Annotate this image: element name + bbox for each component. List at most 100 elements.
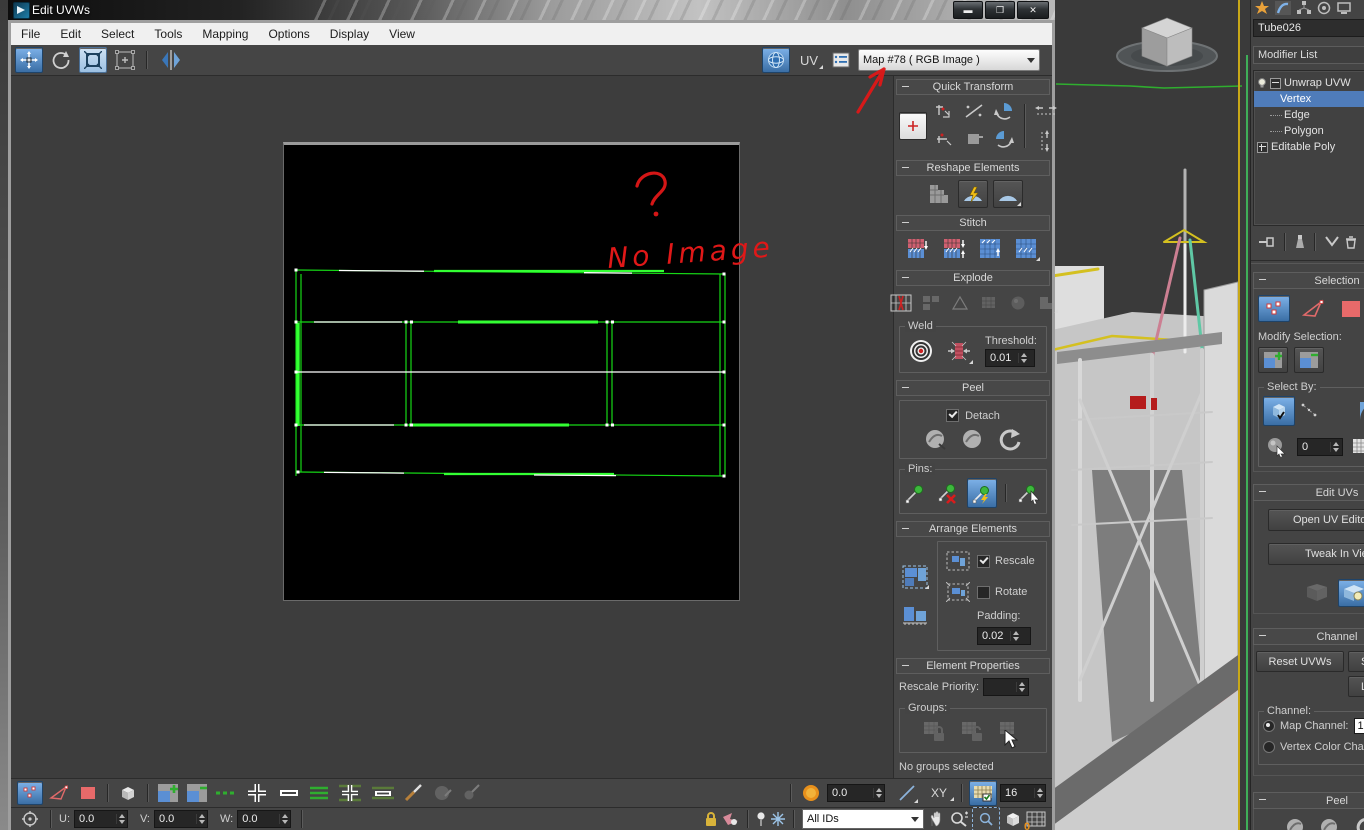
menu-options[interactable]: Options [258, 23, 319, 45]
vertex-color-radio[interactable] [1263, 741, 1275, 753]
detach-checkbox[interactable] [946, 409, 960, 422]
make-unique-icon[interactable] [1325, 236, 1339, 248]
unpin-tool-icon[interactable] [934, 479, 962, 507]
display-tab-icon[interactable] [1337, 1, 1351, 15]
save-button[interactable]: Sav [1348, 651, 1364, 672]
collapse-icon[interactable] [1270, 77, 1281, 89]
reset-uvws-button[interactable]: Reset UVWs [1256, 651, 1344, 672]
texture-options-icon[interactable] [828, 48, 854, 72]
stack-row-polygon[interactable]: Polygon [1254, 123, 1364, 139]
pack-normalize-icon[interactable] [899, 563, 931, 591]
load-button[interactable]: Loa [1348, 676, 1364, 697]
zoom-icon[interactable] [950, 811, 968, 827]
space-horizontally-icon[interactable] [1033, 99, 1059, 123]
menu-edit[interactable]: Edit [50, 23, 91, 45]
rescale-checkbox[interactable] [977, 554, 990, 568]
edit-uvs-rollout-header[interactable]: Edit UVs [1253, 484, 1364, 501]
relax-tool-button[interactable] [993, 180, 1023, 208]
v-spinner[interactable]: 0.0 [154, 810, 208, 828]
expand-icon[interactable] [1257, 141, 1268, 153]
peel-header[interactable]: Peel [896, 380, 1050, 396]
selection-filter-icon[interactable] [722, 812, 740, 826]
select-by-smoothing-group-button[interactable] [1263, 434, 1291, 460]
weld-selected-icon[interactable] [943, 336, 975, 366]
motion-tab-icon[interactable] [1317, 1, 1331, 15]
rescale-elements-icon[interactable] [943, 548, 973, 574]
falloff-space-toggle[interactable]: XY [923, 784, 955, 802]
paint-select-brush-icon[interactable] [401, 781, 427, 805]
rescale-priority-spinner[interactable] [983, 678, 1030, 696]
pin-tool-icon[interactable] [901, 479, 929, 507]
rotate-ccw-button[interactable] [991, 99, 1017, 123]
stack-row-editable-poly[interactable]: Editable Poly [1254, 139, 1364, 155]
soft-selection-spinner[interactable]: 0.0 [826, 784, 885, 802]
show-end-result-icon[interactable] [1295, 235, 1305, 249]
zoom-region-icon[interactable] [972, 807, 1000, 830]
rotate-cw-button[interactable] [991, 127, 1017, 151]
stack-row-edge[interactable]: Edge [1254, 107, 1364, 123]
uv-canvas[interactable] [283, 142, 740, 601]
move-tool-button[interactable] [15, 47, 43, 73]
reshape-elements-header[interactable]: Reshape Elements [896, 160, 1050, 176]
pelt-map-icon[interactable] [1318, 817, 1342, 830]
id-filter-dropdown[interactable]: All IDs [802, 809, 924, 829]
rearrange-elements-icon[interactable] [943, 579, 973, 605]
edge-loop-dashed-icon[interactable] [213, 781, 239, 805]
reset-peel-button[interactable] [995, 428, 1023, 452]
explode-header[interactable]: Explode [896, 270, 1050, 286]
maximize-button[interactable]: ❒ [985, 1, 1015, 19]
align-to-edge-icon[interactable] [961, 127, 987, 151]
open-uv-editor-button[interactable]: Open UV Editor ... [1268, 509, 1364, 531]
quick-peel-button[interactable] [923, 428, 949, 452]
mirror-tool-button[interactable] [155, 47, 187, 73]
stitch-source-icon[interactable] [976, 235, 1006, 263]
object-name-field[interactable]: Tube026 [1253, 19, 1364, 37]
target-weld-icon[interactable] [905, 336, 937, 366]
ignore-backfacing-button[interactable] [1263, 396, 1295, 426]
peel-mode-icon[interactable] [1284, 817, 1308, 830]
rotate-tool-button[interactable] [47, 47, 75, 73]
vertex-subobject-button[interactable] [1258, 295, 1290, 322]
pack-together-icon[interactable] [899, 601, 931, 629]
stitch-target-icon[interactable] [1012, 235, 1042, 263]
point-to-point-icon[interactable] [1301, 403, 1319, 419]
grid-snap-button[interactable] [969, 780, 997, 806]
menu-mapping[interactable]: Mapping [192, 23, 258, 45]
stitch-average-icon[interactable] [940, 235, 970, 263]
lock-selection-icon[interactable] [704, 811, 718, 827]
vertex-mode-button[interactable] [17, 781, 43, 805]
window-titlebar[interactable]: Edit UVWs ▬ ❒ ✕ [8, 0, 1055, 20]
polygon-mode-button[interactable] [75, 781, 101, 805]
pin-stack-icon[interactable] [1259, 236, 1275, 248]
loop-mode-icon[interactable] [306, 781, 332, 805]
stack-row-vertex[interactable]: Vertex [1254, 91, 1364, 107]
menu-file[interactable]: File [11, 23, 50, 45]
grid-visible-icon[interactable]: 0 [1024, 811, 1046, 830]
texture-dropdown[interactable]: Map #78 ( RGB Image ) [858, 49, 1040, 71]
reset-peel-icon[interactable] [1352, 817, 1364, 830]
falloff-type-icon[interactable] [894, 781, 920, 805]
selection-rollout-header[interactable]: Selection [1253, 272, 1364, 289]
zoom-extents-cube-icon[interactable] [1004, 811, 1022, 827]
element-mode-icon[interactable] [115, 781, 141, 805]
grid-size-spinner[interactable]: 16 [1000, 784, 1046, 802]
map-channel-field[interactable]: 1 [1353, 718, 1364, 734]
remove-modifier-icon[interactable] [1345, 235, 1357, 249]
create-tab-icon[interactable] [1255, 1, 1269, 15]
peel-rollout-header[interactable]: Peel [1253, 792, 1364, 809]
align-horizontal-icon[interactable] [931, 99, 957, 123]
stack-row-unwrap[interactable]: Unwrap UVW [1254, 75, 1364, 91]
quick-planar-map-button[interactable] [1338, 579, 1364, 607]
polygon-subobject-button[interactable] [1336, 295, 1364, 322]
align-pivot-button[interactable] [899, 112, 927, 140]
freeze-snowflake-icon[interactable] [770, 811, 786, 827]
freeform-mode-button[interactable] [111, 47, 139, 73]
hierarchy-tab-icon[interactable] [1297, 1, 1311, 15]
menu-view[interactable]: View [379, 23, 425, 45]
grow-ring-button[interactable] [335, 781, 365, 805]
grow-loop-button[interactable] [242, 781, 272, 805]
rotate-checkbox[interactable] [977, 585, 990, 599]
uv-space-toggle[interactable]: UV [794, 51, 824, 70]
grow-selection-button[interactable] [1258, 347, 1288, 373]
padding-spinner[interactable]: 0.02 [977, 627, 1031, 645]
